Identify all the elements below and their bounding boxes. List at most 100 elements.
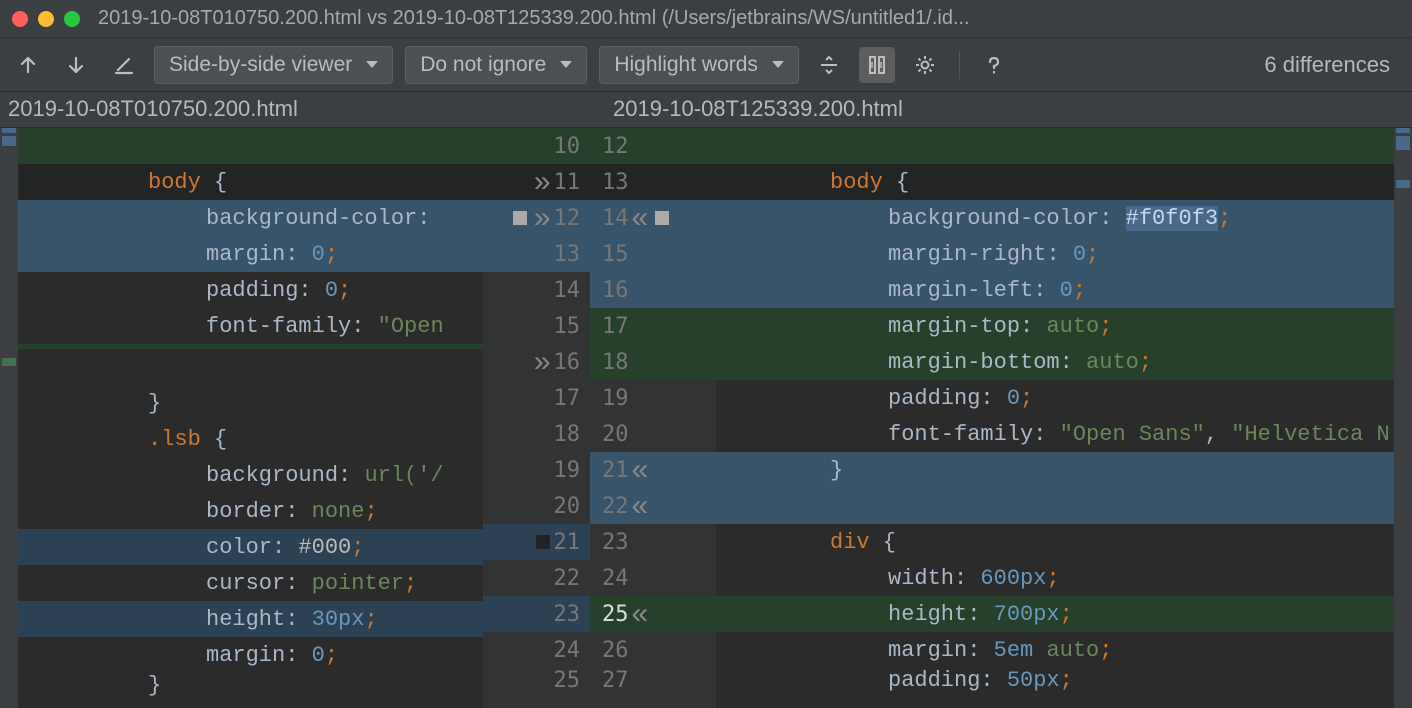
code-row: .lsb {	[18, 421, 483, 457]
maximize-icon[interactable]	[64, 11, 80, 27]
edit-icon[interactable]	[106, 47, 142, 83]
ignore-dropdown[interactable]: Do not ignore	[405, 46, 587, 84]
viewer-label: Side-by-side viewer	[169, 53, 352, 77]
left-gutter: 10 »11 »12 13 14 15 »16 17 18 19 20 21 2…	[483, 128, 590, 708]
line-number: 14«	[590, 200, 716, 236]
highlight-dropdown[interactable]: Highlight words	[599, 46, 799, 84]
line-number: »11	[483, 164, 590, 200]
code-row: margin-left: 0;	[716, 272, 1394, 308]
line-number: 25	[483, 668, 590, 692]
code-row: background: url('/	[18, 457, 483, 493]
code-row: div {	[716, 524, 1394, 560]
diff-view: body { background-color: margin: 0; padd…	[0, 128, 1412, 708]
line-number: 27	[590, 668, 716, 692]
diff-count: 6 differences	[1264, 52, 1390, 78]
code-row: color: #000;	[18, 529, 483, 565]
right-gutter: 12 13 14« 15 16 17 18 19 20 21« 22« 23 2…	[590, 128, 716, 708]
code-row: }	[18, 385, 483, 421]
right-pane[interactable]: body { background-color: #f0f0f3; margin…	[716, 128, 1394, 708]
minimize-icon[interactable]	[38, 11, 54, 27]
toolbar: Side-by-side viewer Do not ignore Highli…	[0, 38, 1412, 92]
left-pane[interactable]: body { background-color: margin: 0; padd…	[18, 128, 483, 708]
line-number: 13	[483, 236, 590, 272]
code-row: border: none;	[18, 493, 483, 529]
line-number: 22«	[590, 488, 716, 524]
code-row: body {	[716, 164, 1394, 200]
line-number: »16	[483, 344, 590, 380]
stripe-mark	[1396, 136, 1410, 150]
code-row: padding: 0;	[18, 272, 483, 308]
line-number: 21«	[590, 452, 716, 488]
code-row	[18, 128, 483, 164]
viewer-dropdown[interactable]: Side-by-side viewer	[154, 46, 393, 84]
divider	[959, 51, 960, 79]
line-number: 22	[483, 560, 590, 596]
apply-left-icon[interactable]: «	[632, 453, 649, 487]
code-row	[18, 349, 483, 385]
code-row: margin-top: auto;	[716, 308, 1394, 344]
line-number: 26	[590, 632, 716, 668]
highlight-label: Highlight words	[614, 53, 758, 77]
line-number: 18	[590, 344, 716, 380]
code-row: margin-bottom: auto;	[716, 344, 1394, 380]
marker-icon[interactable]	[655, 211, 669, 225]
code-row: margin: 0;	[18, 236, 483, 272]
apply-left-icon[interactable]: «	[632, 201, 649, 235]
line-number: 19	[590, 380, 716, 416]
next-diff-button[interactable]	[58, 47, 94, 83]
line-number: 24	[483, 632, 590, 668]
stripe-mark	[2, 136, 16, 146]
code-row	[716, 128, 1394, 164]
code-row: body {	[18, 164, 483, 200]
line-number: 18	[483, 416, 590, 452]
settings-button[interactable]	[907, 47, 943, 83]
line-number: 16	[590, 272, 716, 308]
prev-diff-button[interactable]	[10, 47, 46, 83]
line-number: 14	[483, 272, 590, 308]
code-row: }	[716, 452, 1394, 488]
apply-left-icon[interactable]: «	[632, 597, 649, 631]
stripe-mark	[1396, 128, 1410, 133]
line-number: 10	[483, 128, 590, 164]
right-filename: 2019-10-08T125339.200.html	[601, 92, 1412, 127]
code-row: padding: 0;	[716, 380, 1394, 416]
code-row: background-color: #f0f0f3;	[716, 200, 1394, 236]
line-number: 20	[590, 416, 716, 452]
chevron-down-icon	[560, 61, 572, 68]
stripe-mark	[1396, 180, 1410, 188]
line-number: 25«	[590, 596, 716, 632]
line-number: 20	[483, 488, 590, 524]
code-row: height: 700px;	[716, 596, 1394, 632]
line-number: 15	[483, 308, 590, 344]
code-row: margin: 5em auto;	[716, 632, 1394, 668]
line-number: 17	[590, 308, 716, 344]
close-icon[interactable]	[12, 11, 28, 27]
help-button[interactable]	[976, 47, 1012, 83]
apply-right-icon[interactable]: »	[534, 345, 551, 379]
code-row: margin: 0;	[18, 637, 483, 673]
code-row: height: 30px;	[18, 601, 483, 637]
line-number: »12	[483, 200, 590, 236]
apply-left-icon[interactable]: «	[632, 489, 649, 523]
line-number: 19	[483, 452, 590, 488]
code-row: width: 600px;	[716, 560, 1394, 596]
right-marker-stripe[interactable]	[1394, 128, 1412, 708]
ignore-label: Do not ignore	[420, 53, 546, 77]
marker-icon[interactable]	[513, 211, 527, 225]
line-number: 15	[590, 236, 716, 272]
stripe-mark	[2, 128, 16, 133]
collapse-unchanged-button[interactable]	[811, 47, 847, 83]
chevron-down-icon	[366, 61, 378, 68]
left-filename: 2019-10-08T010750.200.html	[0, 92, 601, 127]
code-row: cursor: pointer;	[18, 565, 483, 601]
left-marker-stripe[interactable]	[0, 128, 18, 708]
line-number: 17	[483, 380, 590, 416]
line-number: 23	[590, 524, 716, 560]
window-controls	[12, 11, 80, 27]
filebar: 2019-10-08T010750.200.html 2019-10-08T12…	[0, 92, 1412, 128]
stripe-mark	[2, 358, 16, 366]
sync-scroll-button[interactable]	[859, 47, 895, 83]
apply-right-icon[interactable]: »	[534, 165, 551, 199]
apply-right-icon[interactable]: »	[534, 201, 551, 235]
marker-icon[interactable]	[536, 535, 550, 549]
